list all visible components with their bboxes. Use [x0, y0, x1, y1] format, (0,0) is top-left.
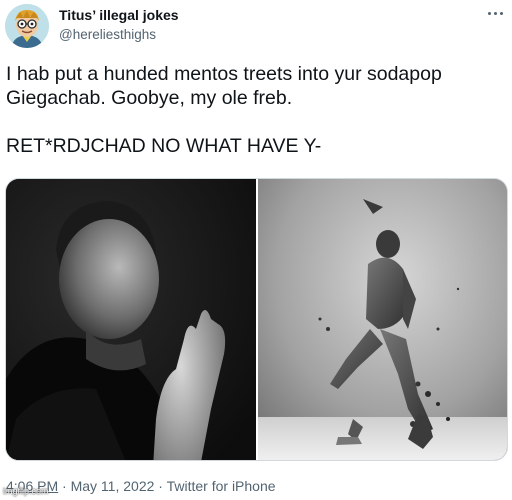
tweet-text-line: Giegachab. Goobye, my ole freb. [6, 87, 293, 109]
meta-separator: · [154, 478, 167, 494]
man-praying-photo[interactable] [6, 179, 256, 460]
imgflip-watermark: imgflip.com [3, 486, 49, 496]
meta-separator: · [58, 478, 71, 494]
tweet-text-line: I hab put a hunded mentos treets into yu… [6, 63, 442, 85]
user-handle[interactable]: @hereliesthighs [59, 27, 156, 42]
tweet-date[interactable]: May 11, 2022 [71, 478, 155, 494]
figure-shattering-photo[interactable] [258, 179, 507, 460]
tweet-text-line: RET*RDJCHAD NO WHAT HAVE Y- [6, 135, 322, 157]
tweet-source[interactable]: Twitter for iPhone [167, 478, 276, 494]
tweet-text: I hab put a hunded mentos treets into yu… [6, 62, 506, 158]
more-options-icon[interactable] [484, 4, 506, 22]
tweet-card: Titus’ illegal jokes @hereliesthighs I h… [0, 0, 512, 500]
avatar[interactable] [5, 4, 49, 48]
cartoon-avatar-icon [5, 4, 49, 48]
tweet-media [5, 178, 508, 461]
display-name[interactable]: Titus’ illegal jokes [59, 7, 179, 23]
